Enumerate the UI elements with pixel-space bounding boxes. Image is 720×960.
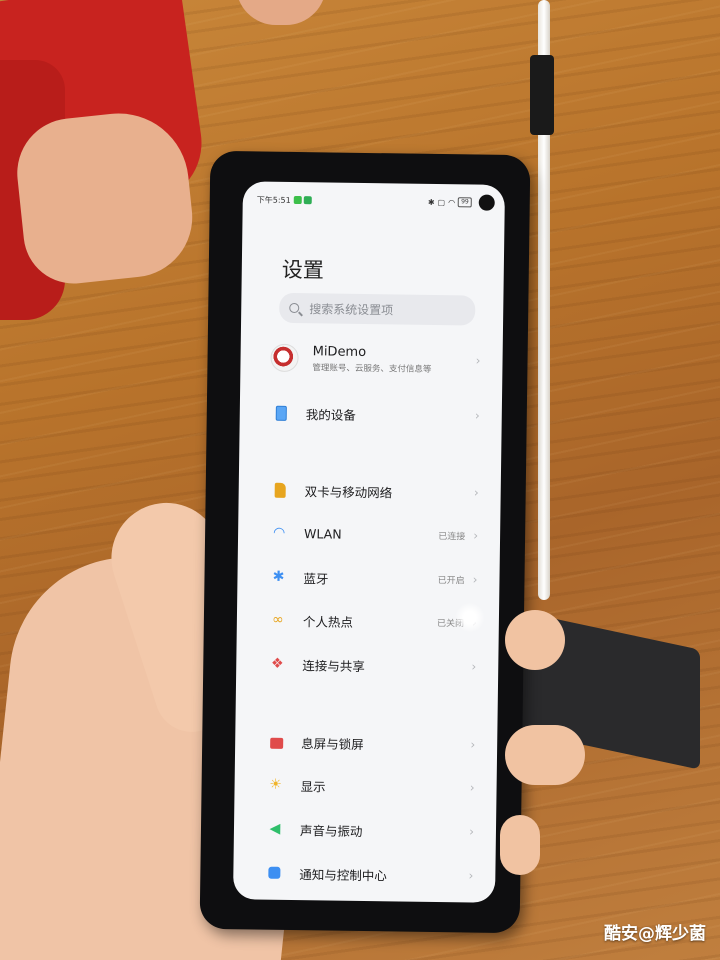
wifi-icon: ◠ — [272, 524, 286, 541]
finger — [500, 815, 540, 875]
settings-item-status: 已开启 — [437, 575, 465, 586]
account-name: MiDemo — [312, 343, 367, 360]
settings-item-label: WLAN — [304, 525, 342, 542]
settings-item-label: 双卡与移动网络 — [304, 483, 393, 500]
settings-item-label: 个人热点 — [302, 613, 354, 630]
settings-item-hotspot[interactable]: ∞ 个人热点 已关闭 › — [267, 602, 477, 641]
settings-item-connection-sharing[interactable]: ❖ 连接与共享 › — [266, 646, 476, 685]
chevron-right-icon: › — [474, 408, 480, 423]
settings-item-sound[interactable]: ◀ 声音与振动 › — [264, 811, 474, 850]
settings-item-display[interactable]: ☀ 显示 › — [264, 767, 474, 806]
brightness-icon: ☀ — [269, 776, 282, 793]
settings-item-label: 我的设备 — [305, 406, 356, 423]
chevron-right-icon: › — [473, 485, 479, 500]
signal-icon: ▢ — [437, 197, 446, 207]
battery-icon: 99 — [458, 197, 472, 208]
settings-item-status: 已连接 — [438, 531, 466, 542]
bluetooth-status-icon: ✱ — [427, 197, 435, 207]
lock-icon — [265, 731, 287, 753]
avatar — [270, 343, 299, 373]
watermark: 酷安@辉少菌 — [604, 924, 706, 944]
settings-item-bluetooth[interactable]: ✱ 蓝牙 已开启 › — [267, 559, 478, 598]
finger — [505, 725, 585, 785]
phone-notification-icon — [303, 196, 312, 205]
app-notification-icon — [293, 195, 302, 205]
chevron-right-icon: › — [469, 824, 475, 839]
chevron-right-icon: › — [472, 572, 478, 587]
light-reflection — [454, 602, 486, 633]
phone-screen: 下午5:51 ✱ ▢ ◠ 99 设置 搜索系统设置项 MiDemo 管理账号、云… — [232, 181, 505, 903]
notification-icon — [263, 862, 285, 884]
chevron-right-icon: › — [471, 659, 477, 674]
settings-item-notifications[interactable]: 通知与控制中心 › — [263, 855, 473, 894]
status-icons: ✱ ▢ ◠ 99 — [428, 194, 495, 211]
settings-item-label: 声音与振动 — [299, 822, 363, 839]
chevron-right-icon: › — [469, 780, 475, 795]
settings-item-sim[interactable]: 双卡与移动网络 › — [268, 472, 479, 511]
front-camera — [478, 194, 495, 211]
share-icon: ❖ — [270, 655, 284, 672]
device-icon — [270, 402, 292, 424]
finger — [505, 610, 565, 670]
chevron-right-icon: › — [473, 528, 479, 543]
settings-item-label: 息屏与锁屏 — [301, 735, 364, 752]
bluetooth-icon: ✱ — [272, 568, 285, 585]
settings-item-label: 通知与控制中心 — [299, 866, 387, 883]
account-subtitle: 管理账号、云服务、支付信息等 — [312, 362, 432, 375]
chevron-right-icon: › — [475, 353, 481, 368]
settings-item-label: 连接与共享 — [302, 657, 365, 674]
status-bar: 下午5:51 ✱ ▢ ◠ 99 — [243, 181, 505, 221]
settings-item-my-device[interactable]: 我的设备 › — [270, 395, 480, 434]
page-title: 设置 — [281, 257, 324, 283]
chevron-right-icon: › — [468, 868, 474, 883]
search-icon — [289, 302, 300, 314]
search-placeholder: 搜索系统设置项 — [309, 301, 394, 317]
foldable-phone: 下午5:51 ✱ ▢ ◠ 99 设置 搜索系统设置项 MiDemo 管理账号、云… — [199, 150, 531, 934]
search-input[interactable]: 搜索系统设置项 — [279, 292, 476, 326]
status-time: 下午5:51 — [256, 194, 291, 205]
account-row[interactable]: MiDemo 管理账号、云服务、支付信息等 › — [270, 340, 481, 379]
chevron-right-icon: › — [470, 737, 476, 752]
settings-item-label: 蓝牙 — [303, 570, 329, 586]
sim-icon — [269, 479, 291, 501]
settings-item-lock-screen[interactable]: 息屏与锁屏 › — [265, 724, 475, 763]
settings-item-label: 显示 — [300, 778, 326, 794]
settings-item-wlan[interactable]: ◠ WLAN 已连接 › — [268, 515, 478, 554]
wifi-status-icon: ◠ — [448, 197, 456, 207]
cable-connector — [530, 55, 554, 135]
hotspot-icon: ∞ — [271, 611, 284, 628]
sound-icon: ◀ — [269, 820, 281, 837]
